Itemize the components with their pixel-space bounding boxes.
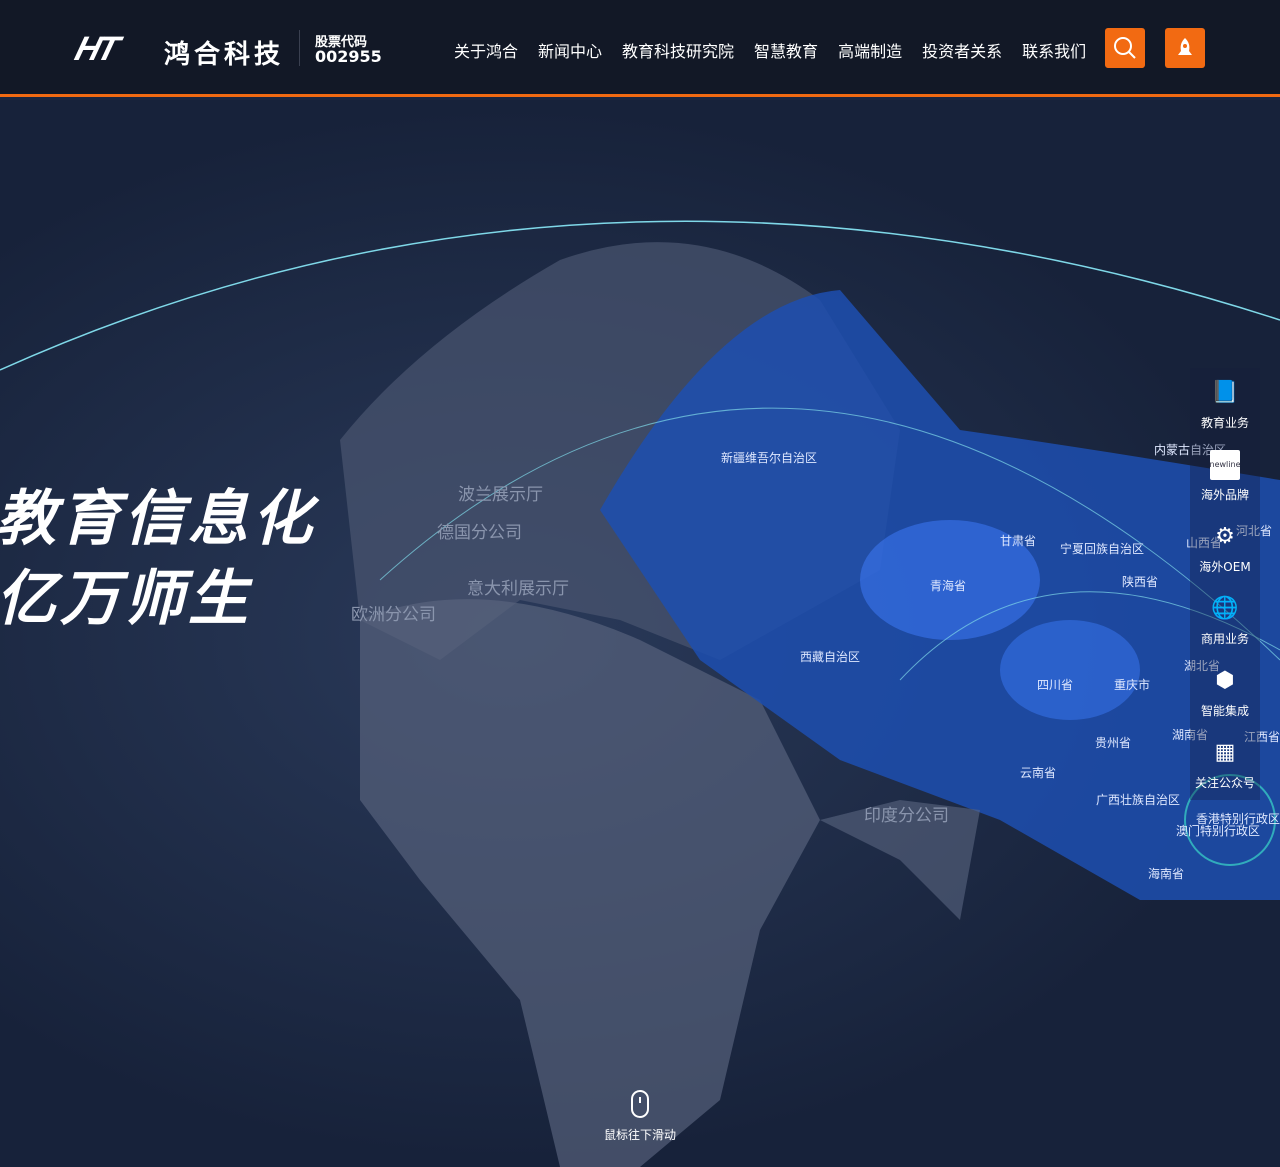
side-item-label: 商用业务 [1200, 631, 1249, 646]
map-label-europe: 欧洲分公司 [351, 605, 436, 625]
side-item-wechat[interactable]: ▦ 关注公众号 [1190, 728, 1260, 800]
province-label: 甘肃省 [1000, 534, 1037, 548]
side-item-overseas-brand[interactable]: newline 海外品牌 [1190, 440, 1260, 512]
side-item-label: 智能集成 [1200, 703, 1249, 718]
nav-research[interactable]: 教育科技研究院 [622, 38, 734, 62]
book-icon: 📘 [1211, 380, 1239, 405]
nav-about[interactable]: 关于鸿合 [454, 38, 518, 62]
province-label: 陕西省 [1122, 575, 1159, 589]
qrcode-icon: ▦ [1214, 740, 1236, 765]
cube-icon: ⬢ [1215, 668, 1235, 693]
divider [299, 30, 300, 66]
province-label: 青海省 [930, 579, 967, 593]
hero-line-2: 亿万师生 [0, 564, 252, 634]
mouse-icon [631, 1090, 649, 1118]
scroll-hint[interactable]: 鼠标往下滑动 [600, 1090, 680, 1143]
side-item-oem[interactable]: ⚙ 海外OEM [1190, 512, 1260, 584]
province-label: 四川省 [1037, 678, 1074, 692]
province-label: 贵州省 [1095, 736, 1132, 750]
header: HT 鸿合科技 股票代码 002955 关于鸿合 新闻中心 教育科技研究院 智慧… [0, 0, 1280, 97]
map-label-india: 印度分公司 [864, 806, 949, 826]
side-item-integration[interactable]: ⬢ 智能集成 [1190, 656, 1260, 728]
province-label: 澳门特别行政区 [1176, 824, 1261, 838]
map-label-poland: 波兰展示厅 [458, 485, 543, 505]
world-map-banner: 教育信息化 亿万师生 波兰展示厅 德国分公司 意大利展示厅 欧洲分公司 印度分公… [0, 100, 1280, 1167]
province-label: 云南省 [1020, 766, 1057, 780]
search-icon [1114, 37, 1136, 59]
rocket-button[interactable] [1165, 28, 1205, 68]
scroll-hint-text: 鼠标往下滑动 [603, 1128, 676, 1142]
nav-manufacturing[interactable]: 高端制造 [838, 38, 902, 62]
logo[interactable]: HT [71, 30, 121, 69]
main-nav: 关于鸿合 新闻中心 教育科技研究院 智慧教育 高端制造 投资者关系 联系我们 [454, 38, 1086, 62]
rocket-icon [1178, 38, 1192, 55]
search-button[interactable] [1105, 28, 1145, 68]
company-name[interactable]: 鸿合科技 [164, 34, 284, 71]
hero-line-1: 教育信息化 [0, 484, 316, 554]
newline-icon: newline [1210, 449, 1241, 480]
stock-code: 002955 [315, 47, 382, 66]
province-label: 西藏自治区 [800, 650, 861, 664]
side-item-label: 关注公众号 [1194, 775, 1255, 790]
map-label-germany: 德国分公司 [437, 523, 522, 543]
nav-contact[interactable]: 联系我们 [1022, 38, 1086, 62]
side-item-commercial[interactable]: 🌐 商用业务 [1190, 584, 1260, 656]
side-menu: 📘 教育业务 newline 海外品牌 ⚙ 海外OEM 🌐 商用业务 ⬢ 智能集成 ▦ 关注… [1190, 368, 1260, 800]
nav-investors[interactable]: 投资者关系 [922, 38, 1002, 62]
nav-smart-edu[interactable]: 智慧教育 [754, 38, 818, 62]
globe-icon: 🌐 [1211, 596, 1239, 621]
province-label: 重庆市 [1114, 678, 1151, 692]
nav-news[interactable]: 新闻中心 [538, 38, 602, 62]
side-item-label: 教育业务 [1200, 415, 1249, 430]
side-item-label: 海外OEM [1199, 559, 1251, 574]
province-label: 海南省 [1148, 867, 1185, 881]
province-label: 广西壮族自治区 [1096, 793, 1181, 807]
side-item-education[interactable]: 📘 教育业务 [1190, 368, 1260, 440]
province-label: 新疆维吾尔自治区 [721, 451, 818, 465]
map-label-italy: 意大利展示厅 [467, 579, 569, 599]
side-item-label: 海外品牌 [1200, 487, 1249, 502]
gear-hand-icon: ⚙ [1215, 524, 1235, 549]
province-label: 宁夏回族自治区 [1060, 542, 1145, 556]
